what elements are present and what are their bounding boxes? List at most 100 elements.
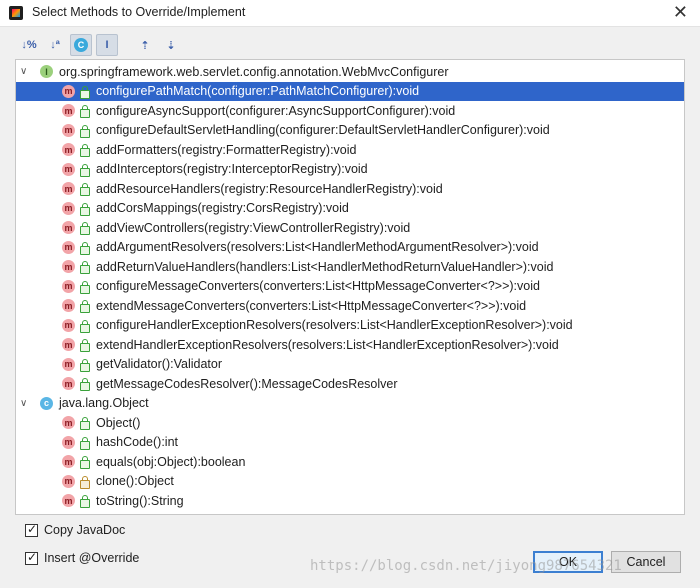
method-label: configureAsyncSupport(configurer:AsyncSu… xyxy=(96,103,456,118)
public-icon xyxy=(80,124,90,138)
public-icon xyxy=(80,202,90,216)
sort-by-visibility-icon[interactable]: ↓% xyxy=(18,34,40,56)
method-label: configureHandlerExceptionResolvers(resol… xyxy=(96,318,573,333)
method-label: configurePathMatch(configurer:PathMatchC… xyxy=(96,84,420,99)
tree-method-row[interactable]: m getValidator():Validator xyxy=(16,355,684,375)
method-icon: m xyxy=(62,162,75,176)
sort-alphabetically-icon[interactable]: ↓ª xyxy=(44,34,66,56)
watermark: https://blog.csdn.net/jiyong987654321 xyxy=(310,558,622,574)
method-icon: m xyxy=(62,357,75,371)
tree-method-row[interactable]: m addViewControllers(registry:ViewControl… xyxy=(16,218,684,238)
tree-method-row[interactable]: m extendMessageConverters(converters:List… xyxy=(16,296,684,316)
method-label: extendHandlerExceptionResolvers(resolver… xyxy=(96,337,559,352)
method-icon: m xyxy=(62,123,75,137)
method-icon: m xyxy=(62,455,75,469)
method-label: configureDefaultServletHandling(configur… xyxy=(96,123,550,138)
public-icon xyxy=(80,378,90,391)
method-icon: m xyxy=(62,416,75,430)
method-icon: m xyxy=(62,240,75,254)
method-icon: m xyxy=(62,513,75,514)
tree-method-row[interactable]: m extendHandlerExceptionResolvers(resolve… xyxy=(16,335,684,355)
tree-method-row[interactable]: m finalize():void xyxy=(16,511,684,514)
method-tree[interactable]: ∨ Iorg.springframework.web.servlet.config… xyxy=(15,59,685,515)
method-label: finalize():void xyxy=(96,513,170,514)
method-icon: m xyxy=(62,299,75,313)
method-icon: m xyxy=(62,104,75,118)
tree-group-row[interactable]: ∨ Iorg.springframework.web.servlet.config… xyxy=(16,62,684,82)
method-icon: m xyxy=(62,494,75,508)
method-icon: m xyxy=(62,279,75,293)
method-label: toString():String xyxy=(96,493,184,508)
method-label: addReturnValueHandlers(handlers:List<Han… xyxy=(96,259,554,274)
tree-method-row[interactable]: m toString():String xyxy=(16,491,684,511)
protected-icon xyxy=(80,475,90,489)
public-icon xyxy=(80,222,90,235)
method-icon: m xyxy=(62,201,75,215)
method-label: equals(obj:Object):boolean xyxy=(96,454,246,469)
method-icon: m xyxy=(62,377,75,391)
public-icon xyxy=(80,300,90,313)
tree-method-row[interactable]: m configureMessageConverters(converters:L… xyxy=(16,277,684,297)
expand-all-icon[interactable]: ⇡ xyxy=(134,34,156,56)
toolbar: ↓% ↓ª C I ⇡ ⇣ xyxy=(18,34,182,56)
public-icon xyxy=(80,163,90,177)
public-icon xyxy=(80,241,90,255)
tree-method-row[interactable]: m addArgumentResolvers(resolvers:List<Han… xyxy=(16,238,684,258)
public-icon xyxy=(80,85,90,99)
class-icon: c xyxy=(40,396,53,410)
method-label: configureMessageConverters(converters:Li… xyxy=(96,279,540,294)
method-label: clone():Object xyxy=(96,474,174,489)
copy-javadoc-checkbox[interactable] xyxy=(25,522,38,537)
window-title: Select Methods to Override/Implement xyxy=(32,5,246,19)
method-icon: m xyxy=(62,435,75,449)
method-icon: m xyxy=(62,260,75,274)
method-icon: m xyxy=(62,84,75,98)
tree-method-row[interactable]: m configureDefaultServletHandling(configu… xyxy=(16,121,684,141)
tree-method-row[interactable]: m configureHandlerExceptionResolvers(reso… xyxy=(16,316,684,336)
tree-method-row[interactable]: m addInterceptors(registry:InterceptorReg… xyxy=(16,160,684,180)
tree-method-row[interactable]: m addFormatters(registry:FormatterRegistr… xyxy=(16,140,684,160)
collapse-all-icon[interactable]: ⇣ xyxy=(160,34,182,56)
tree-method-row[interactable]: m hashCode():int xyxy=(16,433,684,453)
method-label: hashCode():int xyxy=(96,435,178,450)
method-icon: m xyxy=(62,182,75,196)
tree-method-row[interactable]: m addCorsMappings(registry:CorsRegistry):… xyxy=(16,199,684,219)
tree-method-row[interactable]: m Object() xyxy=(16,413,684,433)
method-icon: m xyxy=(62,143,75,157)
tree-method-row[interactable]: m configurePathMatch(configurer:PathMatch… xyxy=(16,81,684,101)
method-label: addResourceHandlers(registry:ResourceHan… xyxy=(96,181,443,196)
expand-arrow-icon[interactable]: ∨ xyxy=(20,66,27,77)
method-label: addInterceptors(registry:InterceptorRegi… xyxy=(96,162,368,177)
public-icon xyxy=(80,105,90,118)
method-label: extendMessageConverters(converters:List<… xyxy=(96,298,527,313)
tree-method-row[interactable]: m configureAsyncSupport(configurer:AsyncS… xyxy=(16,101,684,121)
tree-method-row[interactable]: m addResourceHandlers(registry:ResourceHa… xyxy=(16,179,684,199)
public-icon xyxy=(80,144,90,157)
public-icon xyxy=(80,280,90,294)
public-icon xyxy=(80,183,90,196)
title-bar: Select Methods to Override/Implement ✕ xyxy=(0,0,700,27)
method-icon: m xyxy=(62,338,75,352)
show-classes-icon[interactable]: C xyxy=(70,34,92,56)
method-label: addArgumentResolvers(resolvers:List<Hand… xyxy=(96,240,539,255)
tree-method-row[interactable]: m equals(obj:Object):boolean xyxy=(16,452,684,472)
method-icon: m xyxy=(62,221,75,235)
method-label: getMessageCodesResolver():MessageCodesRe… xyxy=(96,376,398,391)
tree-method-row[interactable]: m addReturnValueHandlers(handlers:List<Ha… xyxy=(16,257,684,277)
class-glyph: C xyxy=(74,38,88,52)
insert-override-checkbox[interactable] xyxy=(25,550,38,565)
tree-group-row[interactable]: ∨ c java.lang.Object xyxy=(16,394,684,414)
method-icon: m xyxy=(62,474,75,488)
tree-method-row[interactable]: m getMessageCodesResolver():MessageCodesR… xyxy=(16,374,684,394)
close-icon[interactable]: ✕ xyxy=(673,2,688,22)
method-icon: m xyxy=(62,318,75,332)
method-label: addFormatters(registry:FormatterRegistry… xyxy=(96,142,357,157)
intellij-app-icon xyxy=(9,6,23,20)
tree-method-row[interactable]: m clone():Object xyxy=(16,472,684,492)
show-interfaces-icon[interactable]: I xyxy=(96,34,118,56)
expand-arrow-icon[interactable]: ∨ xyxy=(20,398,27,409)
public-icon xyxy=(80,495,90,508)
public-icon xyxy=(80,417,90,430)
public-icon xyxy=(80,339,90,352)
interface-icon: I xyxy=(40,65,53,79)
